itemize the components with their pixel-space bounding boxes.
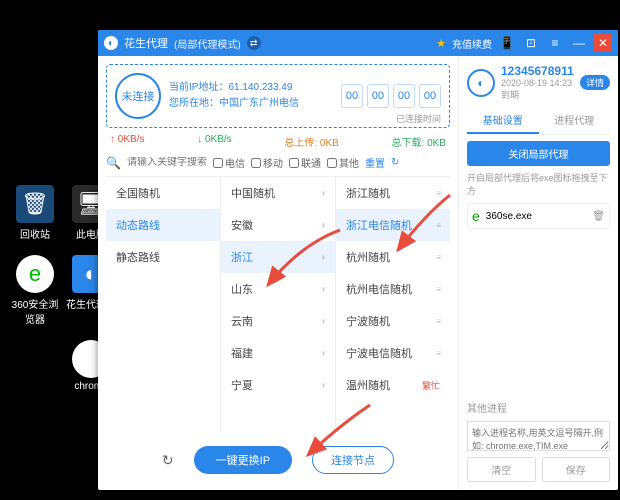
- node-item[interactable]: 杭州随机≡: [336, 241, 450, 273]
- recharge-link[interactable]: 充值续费: [452, 36, 492, 51]
- node-item[interactable]: 浙江随机≡: [336, 177, 450, 209]
- status-circle[interactable]: 未连接: [115, 73, 161, 119]
- mode-badge-icon[interactable]: ⇄: [247, 36, 261, 50]
- node-item[interactable]: 山东›: [221, 273, 335, 305]
- tab-basic[interactable]: 基础设置: [467, 107, 539, 134]
- node-item[interactable]: 浙江电信随机≡: [336, 209, 450, 241]
- cb-dianxin[interactable]: 电信: [213, 155, 245, 170]
- node-item[interactable]: 静态路线: [106, 241, 220, 273]
- node-item[interactable]: 杭州电信随机≡: [336, 273, 450, 305]
- change-ip-button[interactable]: 一键更换IP: [194, 446, 292, 474]
- node-columns: 全国随机动态路线静态路线 中国随机›安徽›浙江›山东›云南›福建›宁夏› 浙江随…: [106, 176, 450, 432]
- close-local-proxy-button[interactable]: 关闭局部代理: [467, 141, 610, 166]
- ie-icon: e: [472, 208, 480, 224]
- node-item[interactable]: 云南›: [221, 305, 335, 337]
- counter: 00: [367, 84, 389, 108]
- node-item[interactable]: 宁波电信随机≡: [336, 337, 450, 369]
- drag-hint: 开启局部代理后将exe图标拖拽至下方: [467, 172, 610, 197]
- menu-icon[interactable]: ≡: [546, 34, 564, 52]
- user-id: 12345678911: [501, 64, 574, 78]
- download-speed: ↓ 0KB/s: [197, 134, 231, 149]
- node-item[interactable]: 安徽›: [221, 209, 335, 241]
- label: 回收站: [10, 226, 60, 241]
- app-logo-icon: ◐: [104, 36, 118, 50]
- node-item[interactable]: 动态路线: [106, 209, 220, 241]
- right-tabs: 基础设置 进程代理: [467, 107, 610, 135]
- other-process-label: 其他进程: [467, 400, 610, 415]
- recycle-bin-icon: 🗑: [16, 185, 54, 223]
- counter: 00: [393, 84, 415, 108]
- current-location: 中国广东广州电信: [219, 98, 299, 109]
- connected-time-label: 已连接时间: [396, 112, 441, 125]
- refresh-icon[interactable]: ↻: [162, 452, 174, 469]
- search-row: 🔍 电信 移动 联通 其他 重置↻: [106, 155, 450, 170]
- peanut-proxy-window: ◐ 花生代理 (局部代理模式) ⇄ ★ 充值续费 📱 ⊡ ≡ — ✕ 未连接 当…: [98, 30, 618, 490]
- ip-info: 当前IP地址：61.140.233.49 您所在地：中国广东广州电信: [169, 80, 333, 112]
- node-item[interactable]: 中国随机›: [221, 177, 335, 209]
- total-download: 0KB: [427, 138, 446, 149]
- node-item[interactable]: 浙江›: [221, 241, 335, 273]
- close-button[interactable]: ✕: [594, 34, 612, 52]
- settings-icon[interactable]: ⊡: [522, 34, 540, 52]
- mode-label: (局部代理模式): [174, 36, 241, 51]
- cb-yidong[interactable]: 移动: [251, 155, 283, 170]
- label: 360安全浏览器: [10, 296, 60, 326]
- cb-liantong[interactable]: 联通: [289, 155, 321, 170]
- node-item[interactable]: 宁波随机≡: [336, 305, 450, 337]
- ie-icon: e: [16, 255, 54, 293]
- desktop-360browser[interactable]: e360安全浏览器: [10, 255, 60, 326]
- node-item[interactable]: 福建›: [221, 337, 335, 369]
- clear-button[interactable]: 清空: [467, 457, 536, 482]
- bottom-buttons: ↻ 一键更换IP 连接节点: [106, 438, 450, 482]
- detail-button[interactable]: 详情: [580, 75, 610, 90]
- user-icon: ◐: [467, 69, 495, 97]
- upload-speed: ↑ 0KB/s: [110, 134, 144, 149]
- tab-process[interactable]: 进程代理: [539, 107, 611, 134]
- user-expire: 2020-08-19 14:23 到期: [501, 78, 574, 101]
- cb-other[interactable]: 其他: [327, 155, 359, 170]
- left-panel: 未连接 当前IP地址：61.140.233.49 您所在地：中国广东广州电信 0…: [98, 56, 458, 490]
- node-col-1: 全国随机动态路线静态路线: [106, 177, 221, 432]
- search-icon: 🔍: [106, 156, 121, 170]
- right-panel: ◐ 12345678911 2020-08-19 14:23 到期 详情 基础设…: [458, 56, 618, 490]
- node-item[interactable]: 全国随机: [106, 177, 220, 209]
- speed-stats: ↑ 0KB/s ↓ 0KB/s 总上传: 0KB 总下载: 0KB: [106, 134, 450, 149]
- current-ip: 61.140.233.49: [228, 82, 292, 93]
- process-name: 360se.exe: [486, 211, 532, 222]
- connection-status-box: 未连接 当前IP地址：61.140.233.49 您所在地：中国广东广州电信 0…: [106, 64, 450, 128]
- node-item[interactable]: 宁夏›: [221, 369, 335, 401]
- save-button[interactable]: 保存: [542, 457, 611, 482]
- app-title: 花生代理: [124, 35, 168, 51]
- desktop-recycle[interactable]: 🗑 回收站: [10, 185, 60, 241]
- counter: 00: [341, 84, 363, 108]
- timer-counters: 00 00 00 00: [341, 84, 441, 108]
- minimize-button[interactable]: —: [570, 34, 588, 52]
- process-item: e 360se.exe 🗑: [467, 203, 610, 229]
- node-col-2: 中国随机›安徽›浙江›山东›云南›福建›宁夏›: [221, 177, 336, 432]
- user-row: ◐ 12345678911 2020-08-19 14:23 到期 详情: [467, 64, 610, 101]
- phone-icon[interactable]: 📱: [498, 34, 516, 52]
- counter: 00: [419, 84, 441, 108]
- total-upload: 0KB: [320, 138, 339, 149]
- connect-node-button[interactable]: 连接节点: [312, 446, 394, 474]
- reset-link[interactable]: 重置: [365, 155, 385, 170]
- node-item[interactable]: 温州随机繁忙: [336, 369, 450, 401]
- node-col-3: 浙江随机≡浙江电信随机≡杭州随机≡杭州电信随机≡宁波随机≡宁波电信随机≡温州随机…: [336, 177, 450, 432]
- search-input[interactable]: [127, 157, 207, 168]
- titlebar: ◐ 花生代理 (局部代理模式) ⇄ ★ 充值续费 📱 ⊡ ≡ — ✕: [98, 30, 618, 56]
- process-input[interactable]: [467, 421, 610, 451]
- star-icon: ★: [436, 37, 446, 50]
- delete-process-icon[interactable]: 🗑: [592, 211, 605, 222]
